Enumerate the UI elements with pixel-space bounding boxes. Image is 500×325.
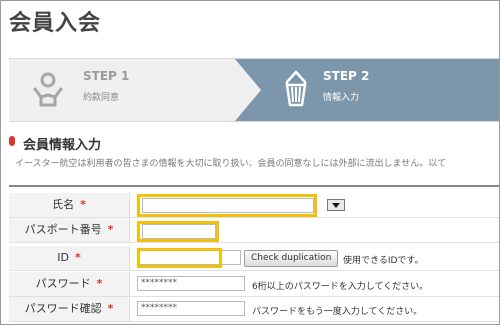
password-input[interactable]: ******** — [137, 276, 245, 291]
name-input[interactable] — [142, 198, 314, 213]
person-icon — [33, 72, 63, 107]
pencil-icon — [285, 70, 307, 107]
page-frame: 会員入会 STEP 1 約款同意 STEP 2 情報入力 会員情報入力 イースタ… — [0, 0, 500, 325]
id-input[interactable] — [141, 251, 219, 266]
form-row-passport: パスポート番号 * — [9, 218, 499, 243]
name-label: 氏名 * — [9, 193, 130, 217]
section-title: 会員情報入力 — [23, 138, 102, 153]
password-label: パスワード * — [9, 272, 130, 296]
step-2-name: 情報入力 — [323, 93, 360, 103]
form-top-divider — [9, 185, 499, 187]
id-help-text: 使用できるIDです。 — [343, 256, 424, 266]
password-help-text: 6桁以上のパスワードを入力してください。 — [252, 282, 429, 292]
password-confirm-label: パスワード確認 * — [9, 297, 130, 321]
check-duplication-button[interactable]: Check duplication — [244, 250, 339, 267]
step-1-arrow — [209, 59, 235, 121]
name-dropdown-button[interactable] — [327, 199, 345, 211]
form-row-password: パスワード * ******** 6桁以上のパスワードを入力してください。 — [9, 272, 499, 297]
page-title: 会員入会 — [9, 11, 102, 36]
step-progress: STEP 1 約款同意 STEP 2 情報入力 — [9, 58, 499, 122]
form-row-id: ID * Check duplication 使用できるIDです。 — [9, 246, 499, 271]
password-confirm-input[interactable]: ******** — [137, 301, 245, 316]
step-1-name: 約款同意 — [83, 93, 120, 103]
form-row-password-confirm: パスワード確認 * ******** パスワードをもう一度入力してください。 — [9, 297, 499, 322]
step-1-number: STEP 1 — [83, 69, 130, 83]
passport-input[interactable] — [142, 224, 216, 239]
section-description: イースター航空は利用者の皆さまの情報を大切に取り扱い、会員の同意なしには外部に流… — [15, 159, 447, 169]
step-2-number: STEP 2 — [323, 69, 370, 83]
section-bullet-icon — [9, 136, 15, 146]
form-row-name: 氏名 * — [9, 193, 499, 218]
password-confirm-help-text: パスワードをもう一度入力してください。 — [252, 307, 423, 317]
id-label: ID * — [9, 246, 130, 270]
passport-label: パスポート番号 * — [9, 218, 130, 242]
